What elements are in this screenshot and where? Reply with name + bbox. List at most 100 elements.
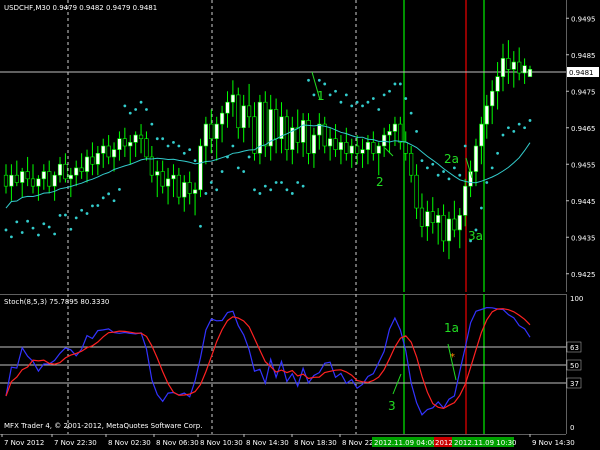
candle-body <box>382 134 387 147</box>
candle-body <box>446 218 452 242</box>
copyright-text: MFX Trader 4, © 2001-2012, MetaQuotes So… <box>4 422 202 430</box>
sar-dot <box>290 192 294 195</box>
sar-dot <box>312 93 316 97</box>
sar-dot <box>96 204 100 207</box>
candle-body <box>101 145 106 154</box>
sar-dot <box>128 111 132 115</box>
candle-body <box>122 138 127 147</box>
sar-dot <box>69 227 73 231</box>
candle-body <box>230 94 235 103</box>
signal-asterisk: * <box>450 352 455 363</box>
sar-dot <box>388 89 391 93</box>
price-tick-label: 0.9455 <box>571 161 596 169</box>
sar-dot <box>150 122 154 126</box>
candle-body <box>225 101 230 114</box>
candle-body <box>219 112 225 125</box>
sar-dot <box>398 82 402 86</box>
candle-body <box>203 123 208 147</box>
candle-body <box>436 215 441 223</box>
sar-dot <box>431 162 435 166</box>
candle-body <box>252 116 257 154</box>
stoch-tick-0: 0 <box>570 424 574 432</box>
sar-dot <box>107 192 111 196</box>
sar-dot <box>436 173 440 177</box>
sar-dot <box>26 219 30 223</box>
candle-body <box>106 145 111 158</box>
candle-body <box>74 167 79 176</box>
sar-dot <box>296 181 300 184</box>
sar-dot <box>415 130 418 133</box>
sar-dot <box>523 126 526 130</box>
candle-body <box>47 171 52 187</box>
sar-dot <box>139 100 143 104</box>
sar-dot <box>10 235 13 239</box>
candle-body <box>452 218 457 231</box>
candle-body <box>403 142 408 154</box>
sar-dot <box>226 155 229 159</box>
annotation-2a: 2a <box>444 152 459 166</box>
time-marker-green-2: 2012.11.09 10:30 <box>454 439 516 447</box>
sar-dot <box>328 93 332 97</box>
stochastic-panel[interactable]: * 1a 3 Stoch(8,5,3) 75.7895 80.3330 MFX … <box>0 294 566 434</box>
sar-dot <box>344 93 348 97</box>
sar-dot <box>161 137 165 141</box>
candle-body <box>14 174 19 183</box>
candle-body <box>241 105 246 129</box>
candle-body <box>246 105 252 118</box>
sar-dot <box>80 208 84 212</box>
time-tick-label: 8 Nov 06:30 <box>156 439 199 447</box>
sar-dot <box>512 130 516 133</box>
price-tick-label: 0.9495 <box>571 15 596 23</box>
sar-dot <box>420 159 424 163</box>
candle-body <box>36 178 41 187</box>
sar-dot <box>371 97 375 100</box>
annotation-3a: 3a <box>468 229 483 243</box>
candle-body <box>57 163 63 176</box>
sar-dot <box>361 104 364 108</box>
candle-body <box>484 105 489 125</box>
candle-body <box>360 149 365 154</box>
sar-dot <box>350 104 354 108</box>
current-price-label: 0.9481 <box>569 69 594 77</box>
candle-body <box>20 171 25 183</box>
candle-body <box>392 123 398 132</box>
sar-dot <box>58 213 62 217</box>
candle-body <box>165 178 171 187</box>
candle-body <box>322 123 327 147</box>
candle-body <box>355 145 360 154</box>
sar-dot <box>4 228 8 232</box>
sar-dot <box>236 166 240 170</box>
sar-dot <box>355 100 359 104</box>
candle-body <box>349 145 354 154</box>
sar-dot <box>280 181 283 184</box>
sar-dot <box>193 159 197 163</box>
stoch-caption: Stoch(8,5,3) 75.7895 80.3330 <box>4 298 109 306</box>
candle-body <box>128 142 133 147</box>
sar-dot <box>85 212 89 215</box>
sar-dot <box>274 181 278 184</box>
stoch-tick-50: 50 <box>570 362 579 370</box>
price-tick-label: 0.9465 <box>571 125 596 133</box>
stoch-tick-63: 63 <box>570 344 579 352</box>
time-tick-label: 7 Nov 2012 <box>4 439 44 447</box>
candle-body <box>295 127 300 143</box>
sar-dot <box>199 224 202 228</box>
candle-body <box>149 156 154 176</box>
candle-body <box>155 171 160 176</box>
time-marker-red: 2012 <box>435 439 453 447</box>
sar-dot <box>285 188 289 192</box>
sar-dot <box>177 144 181 148</box>
sar-dot <box>145 108 148 111</box>
candle-body <box>90 156 95 165</box>
sar-dot <box>425 166 429 170</box>
candle-body <box>430 211 435 223</box>
price-tick-label: 0.9445 <box>571 198 596 206</box>
candle-body <box>517 61 522 74</box>
sar-dot <box>188 148 192 152</box>
price-chart[interactable]: 1 2 2a 3a USDCHF,M30 0.9479 0.9482 0.947… <box>0 0 566 292</box>
sar-dot <box>323 82 327 86</box>
annotation-1a: 1a <box>444 321 459 335</box>
sar-dot <box>112 199 116 203</box>
candle-body <box>473 145 479 172</box>
sar-dot <box>155 137 159 141</box>
